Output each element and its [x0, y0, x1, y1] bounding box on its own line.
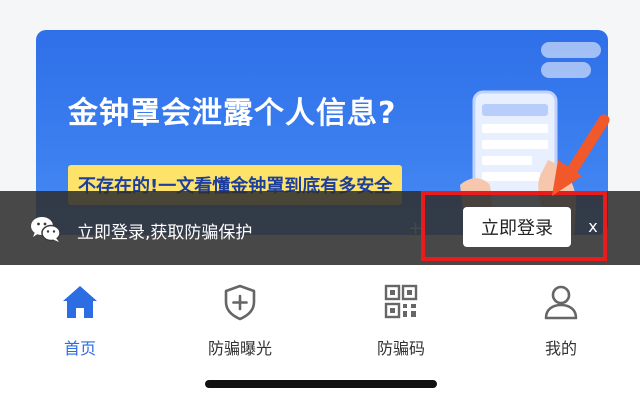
nav-label: 首页	[63, 339, 96, 358]
user-icon	[544, 285, 578, 320]
nav-item-fraud-code[interactable]: 防骗码	[341, 283, 461, 359]
home-indicator[interactable]	[205, 380, 437, 388]
nav-item-fraud-exposure[interactable]: 防骗曝光	[180, 283, 300, 359]
banner-title: 金钟罩会泄露个人信息?	[68, 96, 397, 131]
decor-pill	[541, 62, 591, 78]
decor-pill	[541, 42, 601, 58]
login-prompt-text: 立即登录,获取防骗保护	[77, 223, 253, 243]
nav-item-home[interactable]: 首页	[20, 283, 140, 359]
shield-plus-icon	[224, 284, 256, 321]
nav-item-profile[interactable]: 我的	[501, 283, 621, 359]
home-icon	[63, 286, 97, 318]
nav-label: 防骗曝光	[207, 339, 272, 358]
wechat-icon	[31, 217, 61, 242]
annotation-arrow-icon	[552, 114, 610, 196]
nav-label: 防骗码	[376, 339, 425, 358]
annotation-highlight-box	[421, 191, 607, 261]
nav-label: 我的	[544, 339, 577, 358]
qr-code-icon	[384, 284, 418, 319]
